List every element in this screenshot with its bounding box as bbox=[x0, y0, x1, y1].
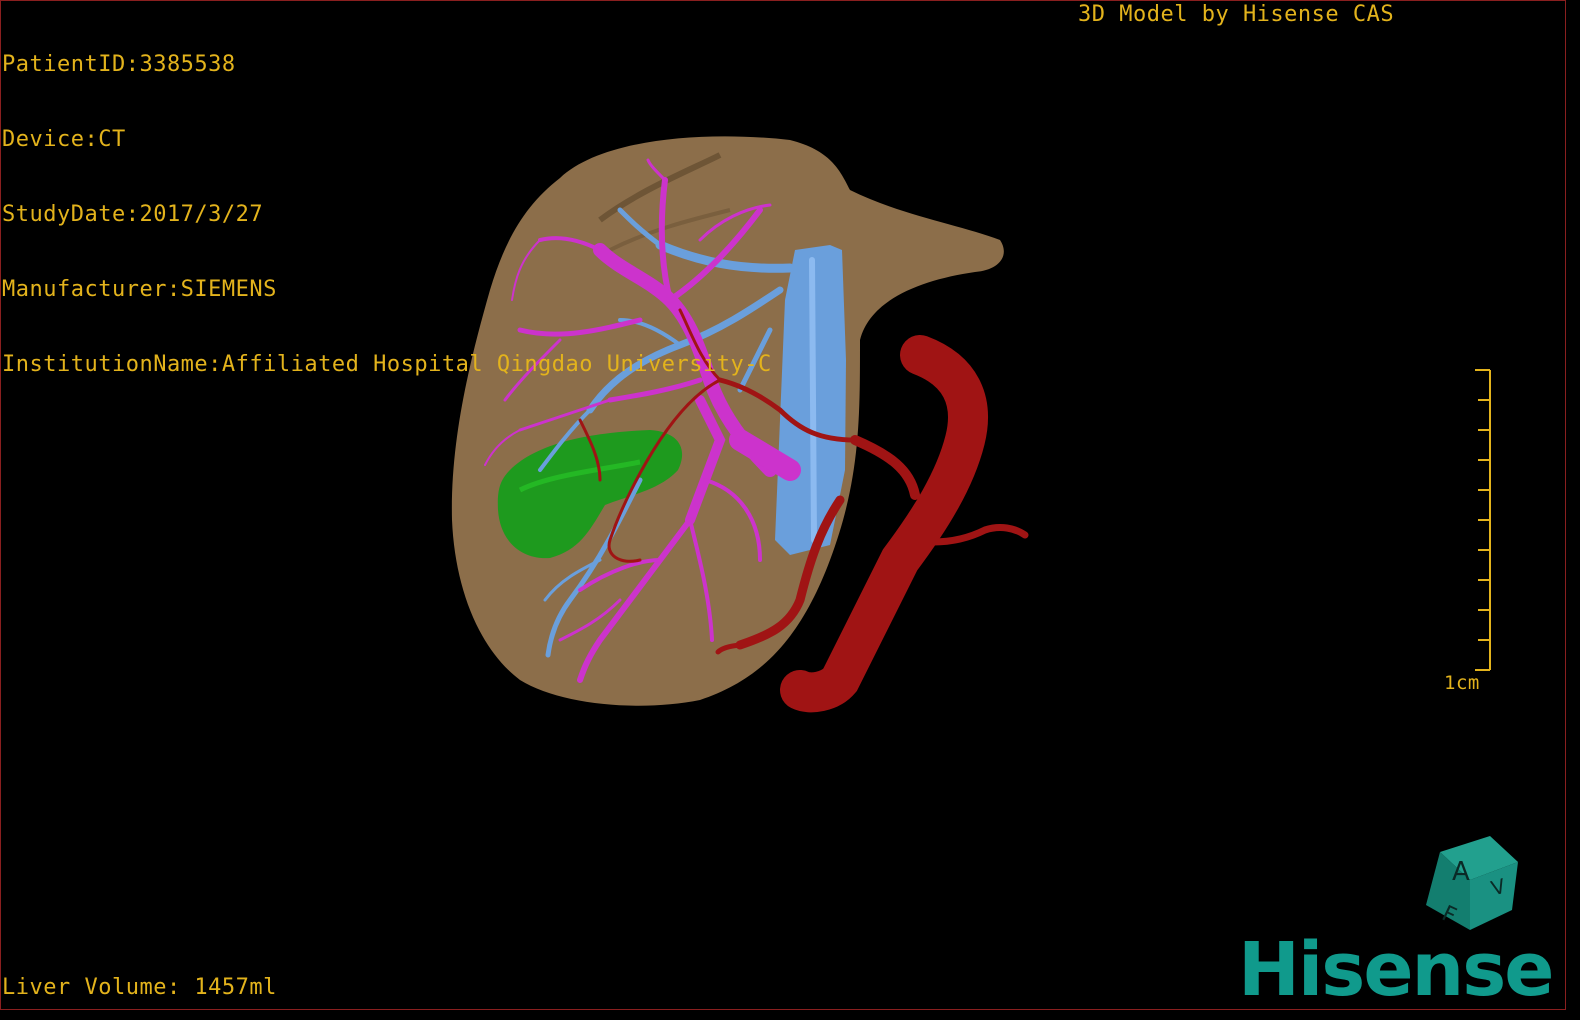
liver-volume: Liver Volume: 1457ml bbox=[2, 975, 277, 1000]
manufacturer: Manufacturer:SIEMENS bbox=[2, 277, 277, 302]
patient-id: PatientID:3385538 bbox=[2, 52, 236, 77]
scale-bar bbox=[1475, 369, 1491, 671]
device: Device:CT bbox=[2, 127, 126, 152]
study-date: StudyDate:2017/3/27 bbox=[2, 202, 264, 227]
institution-name: InstitutionName:Affiliated Hospital Qing… bbox=[2, 352, 772, 377]
cube-face-a: A bbox=[1452, 857, 1470, 887]
model-credit: 3D Model by Hisense CAS bbox=[1078, 2, 1395, 27]
scale-bar-label: 1cm bbox=[1444, 672, 1480, 694]
hisense-logo: Hisense bbox=[1238, 927, 1554, 1013]
patient-info-block: PatientID:3385538 Device:CT StudyDate:20… bbox=[2, 2, 772, 402]
orientation-cube-icon[interactable]: A F V bbox=[1426, 836, 1518, 930]
